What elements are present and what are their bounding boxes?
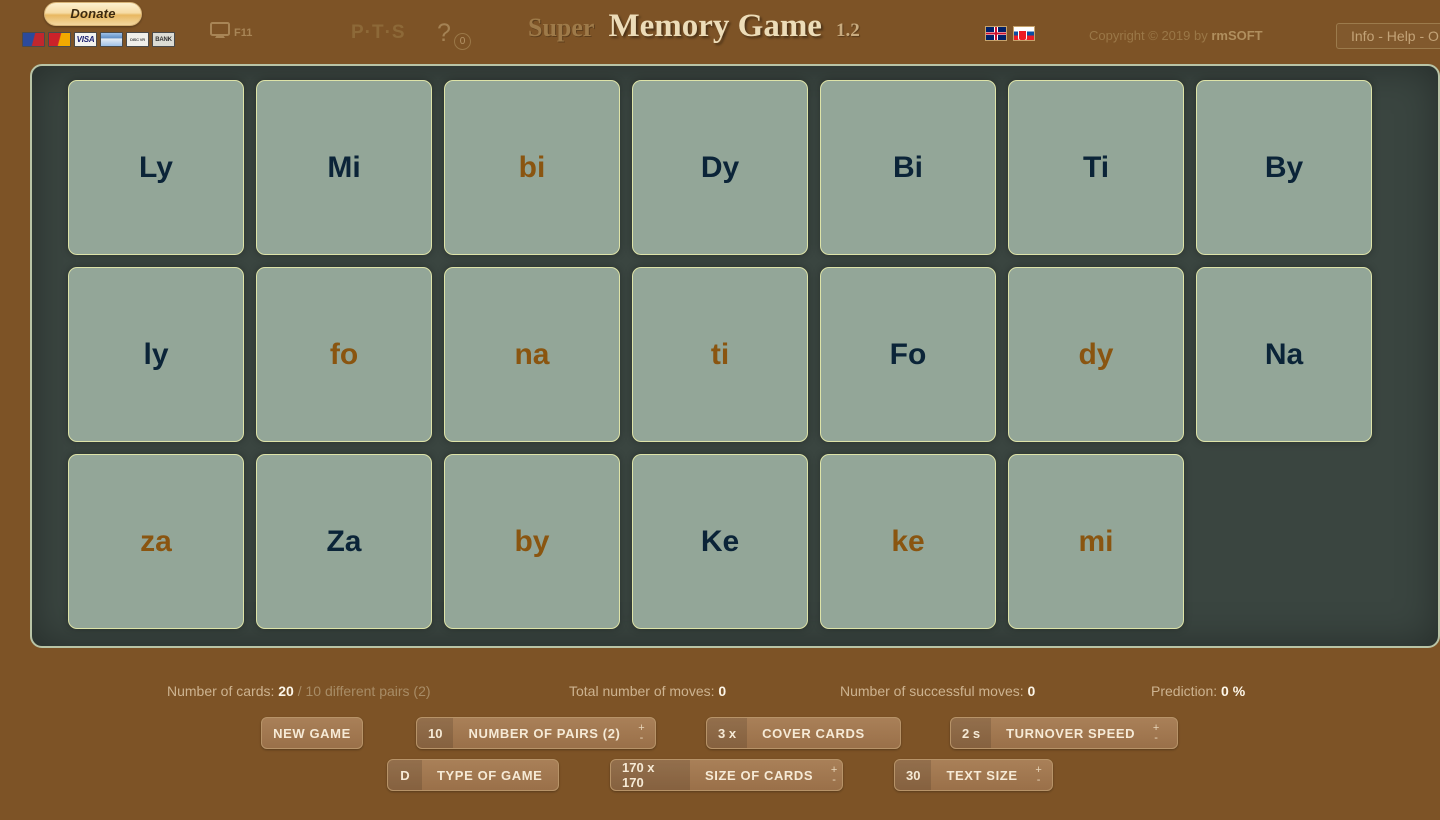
title-prefix: Super xyxy=(528,13,595,42)
turnover-speed-stepper[interactable]: 2 s TURNOVER SPEED + - xyxy=(950,717,1178,749)
copyright-brand: rmSOFT xyxy=(1211,28,1263,43)
cover-cards-label: COVER CARDS xyxy=(762,725,865,741)
size-of-cards-spinner[interactable]: + - xyxy=(828,760,842,790)
monitor-icon xyxy=(210,22,230,44)
memory-card[interactable]: ti xyxy=(632,267,808,442)
title-version: 1.2 xyxy=(835,20,860,41)
turnover-speed-spinner[interactable]: + - xyxy=(1150,718,1164,748)
memory-card[interactable]: bi xyxy=(444,80,620,255)
number-of-pairs-value: 10 xyxy=(417,718,454,748)
memory-card[interactable]: Na xyxy=(1196,267,1372,442)
status-bar: Number of cards: 20 / 10 different pairs… xyxy=(0,678,1440,704)
controls-row-primary: NEW GAME 10 NUMBER OF PAIRS (2) + - 3 x … xyxy=(0,717,1440,753)
memory-card[interactable]: Mi xyxy=(256,80,432,255)
controls-row-secondary: D TYPE OF GAME 170 x 170 SIZE OF CARDS +… xyxy=(0,759,1440,795)
app-header: Donate VISA DISC VR BANK F11 P·T·S ? 0 S… xyxy=(0,0,1440,68)
stat-success-label: Number of successful moves: xyxy=(840,683,1024,699)
stat-prediction-value: 0 % xyxy=(1221,683,1246,699)
stat-number-of-cards: Number of cards: 20 / 10 different pairs… xyxy=(167,683,431,699)
stat-prediction: Prediction: 0 % xyxy=(1151,683,1245,699)
memory-card[interactable]: za xyxy=(68,454,244,629)
page-title: Super Memory Game 1.2 xyxy=(528,8,860,45)
size-of-cards-decrement[interactable]: - xyxy=(832,775,836,786)
turnover-speed-label: TURNOVER SPEED xyxy=(1006,725,1136,741)
memory-card[interactable]: fo xyxy=(256,267,432,442)
memory-card[interactable]: mi xyxy=(1008,454,1184,629)
memory-card[interactable]: Ke xyxy=(632,454,808,629)
size-of-cards-value: 170 x 170 xyxy=(611,760,690,790)
stat-total-moves: Total number of moves: 0 xyxy=(569,683,726,699)
memory-card[interactable]: Ti xyxy=(1008,80,1184,255)
payment-methods-list: VISA DISC VR BANK xyxy=(22,32,182,47)
card-grid: Ly Mi bi Dy Bi Ti By ly fo na ti Fo dy Na za Za by Ke ke mi xyxy=(68,80,1438,629)
text-size-spinner[interactable]: + - xyxy=(1033,760,1047,790)
mastercard-icon xyxy=(48,32,71,47)
stat-successful-moves: Number of successful moves: 0 xyxy=(840,683,1035,699)
maestro-icon xyxy=(22,32,45,47)
stat-moves-label: Total number of moves: xyxy=(569,683,715,699)
memory-card[interactable]: ly xyxy=(68,267,244,442)
text-size-value: 30 xyxy=(895,760,932,790)
title-main: Memory Game xyxy=(608,8,822,44)
text-size-label: TEXT SIZE xyxy=(946,767,1018,783)
size-of-cards-stepper[interactable]: 170 x 170 SIZE OF CARDS + - xyxy=(610,759,843,791)
text-size-decrement[interactable]: - xyxy=(1037,775,1041,786)
type-of-game-button[interactable]: D TYPE OF GAME xyxy=(387,759,559,791)
flag-english-icon[interactable] xyxy=(985,26,1007,41)
text-size-stepper[interactable]: 30 TEXT SIZE + - xyxy=(894,759,1053,791)
turnover-speed-value: 2 s xyxy=(951,718,992,748)
stat-cards-value: 20 xyxy=(278,683,294,699)
bank-icon: BANK xyxy=(152,32,175,47)
language-switcher xyxy=(985,26,1035,41)
new-game-button[interactable]: NEW GAME xyxy=(261,717,363,749)
memory-card[interactable]: ke xyxy=(820,454,996,629)
visa-icon: VISA xyxy=(74,32,97,47)
memory-card[interactable]: Bi xyxy=(820,80,996,255)
stat-success-value: 0 xyxy=(1027,683,1036,699)
memory-card[interactable]: by xyxy=(444,454,620,629)
type-of-game-label: TYPE OF GAME xyxy=(437,767,543,783)
turnover-speed-decrement[interactable]: - xyxy=(1154,733,1158,744)
number-of-pairs-label: NUMBER OF PAIRS (2) xyxy=(468,725,621,741)
stat-moves-value: 0 xyxy=(718,683,727,699)
type-of-game-value: D xyxy=(388,760,422,790)
number-of-pairs-spinner[interactable]: + - xyxy=(635,718,649,748)
number-of-pairs-stepper[interactable]: 10 NUMBER OF PAIRS (2) + - xyxy=(416,717,656,749)
info-help-options-button[interactable]: Info - Help - O xyxy=(1336,23,1440,49)
game-board: Ly Mi bi Dy Bi Ti By ly fo na ti Fo dy Na za Za by Ke ke mi xyxy=(30,64,1440,648)
memory-card[interactable]: Za xyxy=(256,454,432,629)
stat-prediction-label: Prediction: xyxy=(1151,683,1218,699)
memory-card[interactable]: Ly xyxy=(68,80,244,255)
memory-card[interactable]: Fo xyxy=(820,267,996,442)
credit-card-icon xyxy=(100,32,123,47)
question-mark-icon: ? xyxy=(437,19,451,47)
donate-button[interactable]: Donate xyxy=(44,2,142,26)
memory-card[interactable]: By xyxy=(1196,80,1372,255)
help-button[interactable]: ? 0 xyxy=(437,19,471,50)
memory-card[interactable]: na xyxy=(444,267,620,442)
pts-button[interactable]: P·T·S xyxy=(351,22,406,44)
stat-cards-label: Number of cards: xyxy=(167,683,275,699)
memory-card[interactable]: Dy xyxy=(632,80,808,255)
memory-card[interactable]: dy xyxy=(1008,267,1184,442)
donate-block: Donate VISA DISC VR BANK xyxy=(22,2,182,47)
cover-cards-button[interactable]: 3 x COVER CARDS xyxy=(706,717,901,749)
cover-cards-value: 3 x xyxy=(707,718,748,748)
copyright-label: Copyright © 2019 by xyxy=(1089,28,1212,43)
new-game-label: NEW GAME xyxy=(273,725,351,741)
fullscreen-label: F11 xyxy=(234,27,253,39)
flag-slovak-icon[interactable] xyxy=(1013,26,1035,41)
number-of-pairs-decrement[interactable]: - xyxy=(640,733,644,744)
discover-icon: DISC VR xyxy=(126,32,149,47)
size-of-cards-label: SIZE OF CARDS xyxy=(704,767,814,783)
help-badge: 0 xyxy=(454,33,471,50)
copyright-text: Copyright © 2019 by rmSOFT xyxy=(1089,28,1263,43)
fullscreen-toggle[interactable]: F11 xyxy=(210,22,252,44)
stat-cards-detail: / 10 different pairs (2) xyxy=(297,683,431,699)
